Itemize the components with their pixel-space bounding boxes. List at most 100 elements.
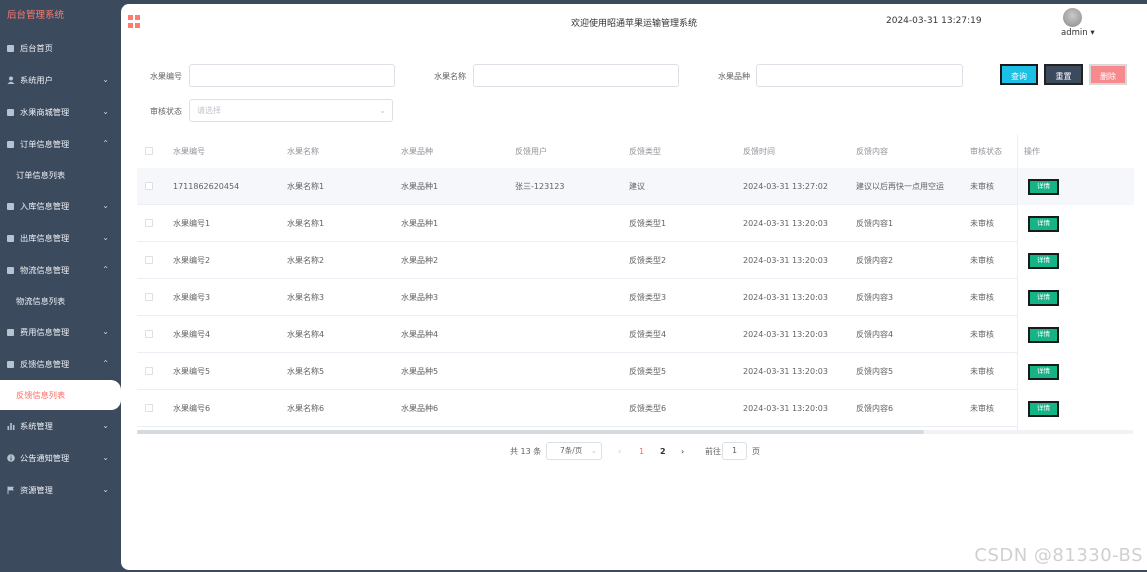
reset-button[interactable]: 重置 [1044,64,1083,85]
table-row[interactable]: 1711862620454 水果名称1 水果品种1 张三-123123 建议 2… [137,168,1133,205]
column-header: 水果名称 [287,147,319,156]
cell-review-status: 未审核 [970,330,994,339]
fruit-no-input[interactable] [189,64,395,87]
cell-fruit-name: 水果名称4 [287,330,325,339]
table-row[interactable]: 水果编号4 水果名称4 水果品种4 反馈类型4 2024-03-31 13:20… [137,316,1133,353]
sidebar: 后台管理系统 后台首页 系统用户 ⌄ 水果商城管理 ⌄ 订单信息管理 ⌃ 订单信… [0,0,121,572]
sidebar-item-system-users[interactable]: 系统用户 ⌄ [0,64,121,96]
sidebar-item-label: 订单信息管理 [20,139,70,149]
review-status-select[interactable]: 请选择 ⌄ [189,99,393,122]
chevron-down-icon: ⌄ [379,106,386,115]
page-number[interactable]: 2 [660,441,666,463]
cell-feedback-type: 反馈类型2 [629,256,667,265]
column-header: 操作 [1024,147,1040,156]
fruit-name-input[interactable] [473,64,679,87]
chevron-down-icon: ⌄ [102,327,109,336]
chevron-down-icon: ⌄ [102,233,109,242]
select-all-checkbox[interactable] [145,147,153,155]
checkbox-icon [7,317,15,336]
sidebar-item-fruit-mall[interactable]: 水果商城管理 ⌄ [0,96,121,128]
detail-button[interactable]: 详情 [1028,401,1059,417]
table-header: 水果编号 水果名称 水果品种 反馈用户 反馈类型 反馈时间 反馈内容 审核状态 [137,135,1133,168]
cell-feedback-content: 反馈内容5 [856,367,894,376]
checkbox-icon [7,349,15,368]
sidebar-item-system[interactable]: 系统管理 ⌄ [0,410,121,442]
delete-button[interactable]: 删除 [1089,64,1127,85]
cell-feedback-content: 反馈内容3 [856,293,894,302]
user-icon [7,65,15,84]
row-checkbox[interactable] [145,293,153,301]
cell-fruit-variety: 水果品种6 [401,404,439,413]
sidebar-item-order-info[interactable]: 订单信息管理 ⌃ [0,128,121,160]
chevron-up-icon: ⌃ [102,139,109,148]
user-dropdown[interactable]: admin ▾ [1061,28,1095,38]
cell-fruit-name: 水果名称5 [287,367,325,376]
info-icon [7,443,15,462]
query-button[interactable]: 查询 [1000,64,1038,85]
sidebar-item-fees[interactable]: 费用信息管理 ⌄ [0,316,121,348]
cell-fruit-no: 1711862620454 [173,182,240,191]
goto-page-input[interactable]: 1 [722,442,747,460]
detail-button[interactable]: 详情 [1028,290,1059,306]
sidebar-item-inbound[interactable]: 入库信息管理 ⌄ [0,190,121,222]
goto-label: 前往 [705,447,721,456]
cell-fruit-variety: 水果品种5 [401,367,439,376]
row-checkbox[interactable] [145,256,153,264]
row-checkbox[interactable] [145,182,153,190]
sidebar-item-resources[interactable]: 资源管理 ⌄ [0,474,121,506]
page-number[interactable]: 1 [639,441,644,463]
table-row[interactable]: 水果编号5 水果名称5 水果品种5 反馈类型5 2024-03-31 13:20… [137,353,1133,390]
cell-fruit-variety: 水果品种3 [401,293,439,302]
sidebar-item-logistics[interactable]: 物流信息管理 ⌃ [0,254,121,286]
table-row[interactable]: 水果编号6 水果名称6 水果品种6 反馈类型6 2024-03-31 13:20… [137,390,1133,427]
detail-button[interactable]: 详情 [1028,179,1059,195]
cell-feedback-time: 2024-03-31 13:27:02 [743,182,828,191]
row-checkbox[interactable] [145,219,153,227]
sidebar-item-notices[interactable]: 公告通知管理 ⌄ [0,442,121,474]
next-page-button[interactable]: › [681,441,684,463]
cell-feedback-type: 反馈类型1 [629,219,667,228]
page-size-select[interactable]: 7条/页 ⌄ [546,442,602,460]
column-header: 反馈内容 [856,147,888,156]
monitor-icon [7,33,15,52]
detail-button[interactable]: 详情 [1028,253,1059,269]
sidebar-subitem-order-list[interactable]: 订单信息列表 [0,160,121,190]
sidebar-item-label: 出库信息管理 [20,233,70,243]
detail-button[interactable]: 详情 [1028,327,1059,343]
prev-page-button[interactable]: ‹ [618,441,621,463]
menu-toggle-icon[interactable] [128,15,141,28]
column-header: 反馈时间 [743,147,775,156]
table-row[interactable]: 水果编号2 水果名称2 水果品种2 反馈类型2 2024-03-31 13:20… [137,242,1133,279]
sidebar-item-feedback[interactable]: 反馈信息管理 ⌃ [0,348,121,380]
table-row[interactable]: 水果编号3 水果名称3 水果品种3 反馈类型3 2024-03-31 13:20… [137,279,1133,316]
chevron-down-icon: ⌄ [102,421,109,430]
row-checkbox[interactable] [145,330,153,338]
sidebar-item-home[interactable]: 后台首页 [0,32,121,64]
row-checkbox[interactable] [145,404,153,412]
cell-feedback-time: 2024-03-31 13:20:03 [743,293,828,302]
table-row[interactable]: 水果编号1 水果名称1 水果品种1 反馈类型1 2024-03-31 13:20… [137,205,1133,242]
row-checkbox[interactable] [145,367,153,375]
detail-button[interactable]: 详情 [1028,364,1059,380]
column-header: 审核状态 [970,147,1002,156]
page-size-value: 7条/页 [560,446,583,455]
sidebar-item-outbound[interactable]: 出库信息管理 ⌄ [0,222,121,254]
checkbox-icon [7,223,15,242]
scrollbar-thumb[interactable] [137,430,924,434]
sidebar-subitem-feedback-list[interactable]: 反馈信息列表 [0,380,121,410]
checkbox-icon [7,97,15,116]
cell-feedback-type: 反馈类型6 [629,404,667,413]
avatar[interactable] [1063,8,1082,27]
fruit-variety-input[interactable] [756,64,963,87]
detail-button[interactable]: 详情 [1028,216,1059,232]
cell-review-status: 未审核 [970,367,994,376]
cell-feedback-user: 张三-123123 [515,182,565,191]
review-status-placeholder: 请选择 [197,106,221,115]
table-horizontal-scrollbar[interactable] [137,430,1133,434]
cell-fruit-name: 水果名称2 [287,256,325,265]
cell-fruit-no: 水果编号6 [173,404,211,413]
sidebar-subitem-logistics-list[interactable]: 物流信息列表 [0,286,121,316]
cell-fruit-no: 水果编号3 [173,293,211,302]
sidebar-item-label: 费用信息管理 [20,327,70,337]
cell-feedback-content: 建议以后再快一点用空运 [856,182,944,191]
